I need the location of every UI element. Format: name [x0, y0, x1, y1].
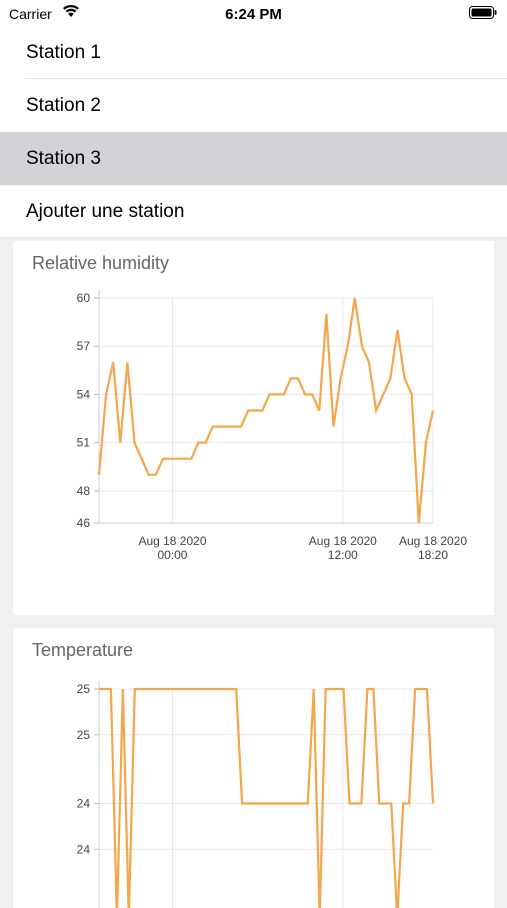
menu-item-label: Station 3: [26, 148, 101, 169]
temperature-chart-card: 25 25 24 24 Temperature: [13, 628, 494, 908]
menu-item-station-2[interactable]: Station 2: [0, 79, 507, 132]
x-tick-label: 00:00: [157, 548, 187, 562]
y-tick-label: 25: [77, 728, 91, 742]
y-tick-label: 25: [77, 682, 91, 696]
menu-item-station-1[interactable]: Station 1: [0, 26, 507, 79]
x-tick-label: 18:20: [418, 548, 448, 562]
x-tick-label: 12:00: [328, 548, 358, 562]
y-tick-label: 60: [77, 291, 91, 305]
x-tick-label: Aug 18 2020: [309, 534, 377, 548]
station-menu: Station 1 Station 2 Station 3 Ajouter un…: [0, 26, 507, 238]
menu-item-label: Station 1: [26, 42, 101, 63]
divider: [0, 237, 507, 238]
y-tick-label: 24: [77, 797, 91, 811]
chart-title: Relative humidity: [32, 253, 170, 273]
y-tick-label: 57: [77, 339, 91, 353]
series-line: [99, 687, 435, 908]
menu-item-station-3[interactable]: Station 3: [0, 132, 507, 185]
menu-item-add-station[interactable]: Ajouter une station: [0, 185, 507, 238]
x-tick-label: Aug 18 2020: [138, 534, 206, 548]
menu-item-label: Station 2: [26, 95, 101, 116]
x-tick-label: Aug 18 2020: [399, 534, 467, 548]
series-line: [97, 297, 435, 524]
y-tick-label: 51: [77, 436, 91, 450]
humidity-chart-card: 60 57 54 51 48 46 Aug 18 2020 00:00 Aug 18 2020 1…: [13, 241, 494, 615]
battery-icon: [469, 6, 497, 22]
humidity-chart: 605754514846Aug 18 202000:00Aug 18 20201…: [77, 290, 467, 562]
status-bar: Carrier 6:24 PM: [0, 0, 507, 28]
y-tick-label: 54: [77, 387, 91, 401]
menu-item-label: Ajouter une station: [26, 201, 185, 222]
y-tick-label: 46: [77, 516, 91, 530]
clock: 6:24 PM: [225, 6, 282, 23]
chart-title: Temperature: [32, 640, 134, 660]
y-tick-label: 24: [77, 842, 91, 856]
y-tick-label: 48: [77, 484, 91, 498]
temperature-chart: 25 25 24 24: [77, 681, 435, 908]
